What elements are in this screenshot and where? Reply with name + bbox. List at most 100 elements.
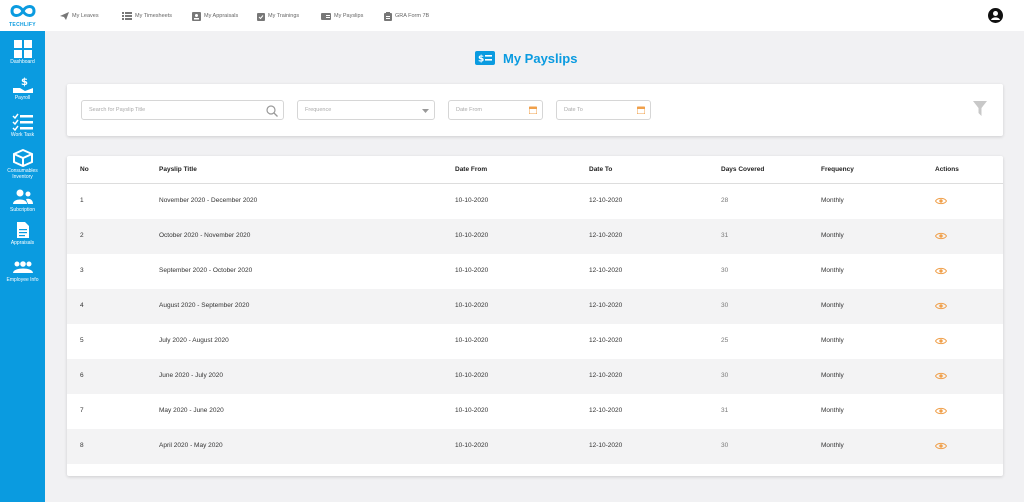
cell-frequency: Monthly xyxy=(821,232,844,239)
cell-days-covered: 30 xyxy=(721,302,729,309)
top-nav-my-timesheets[interactable]: My Timesheets xyxy=(122,11,172,21)
cell-frequency: Monthly xyxy=(821,197,844,204)
sidebar-item-appraisals[interactable]: Appraisals xyxy=(0,221,45,246)
brand-logo[interactable]: TECHLIFY xyxy=(0,0,45,31)
top-nav-label: My Trainings xyxy=(268,13,300,19)
sidebar-item-consumables-inventory[interactable]: Consumables Inventory xyxy=(0,149,45,180)
cell-date-to: 12-10-2020 xyxy=(589,407,623,414)
column-header-title[interactable]: Payslip Title xyxy=(159,166,197,173)
cell-days-covered: 31 xyxy=(721,407,729,414)
sidebar-item-label: Subcription xyxy=(9,207,35,213)
cell-no: 2 xyxy=(80,232,84,239)
chevron-down-icon xyxy=(422,109,429,113)
cell-date-to: 12-10-2020 xyxy=(589,267,623,274)
cell-payslip-title: August 2020 - September 2020 xyxy=(159,302,250,309)
view-payslip-eye-icon[interactable] xyxy=(935,197,947,205)
cell-payslip-title: June 2020 - July 2020 xyxy=(159,372,223,379)
sidebar-item-label: Dashboard xyxy=(10,59,35,65)
top-nav-my-payslips[interactable]: My Payslips xyxy=(321,11,363,21)
top-nav-my-leaves[interactable]: My Leaves xyxy=(60,11,99,21)
frequency-select[interactable]: Frequence xyxy=(297,100,435,120)
payslips-table: No Payslip Title Date From Date To Days … xyxy=(67,156,1003,476)
clipboard-check-icon xyxy=(257,12,265,21)
table-row: 8 April 2020 - May 2020 10-10-2020 12-10-20… xyxy=(67,429,1003,464)
column-header-frequency[interactable]: Frequency xyxy=(821,166,854,173)
cell-date-to: 12-10-2020 xyxy=(589,442,623,449)
cell-frequency: Monthly xyxy=(821,267,844,274)
cell-no: 1 xyxy=(80,197,84,204)
send-icon xyxy=(60,12,69,20)
view-payslip-eye-icon[interactable] xyxy=(935,232,947,240)
sidebar-item-subcription[interactable]: Subcription xyxy=(0,188,45,213)
user-account-icon[interactable] xyxy=(988,8,1003,23)
cell-days-covered: 30 xyxy=(721,372,729,379)
cell-payslip-title: July 2020 - August 2020 xyxy=(159,337,229,344)
cell-date-to: 12-10-2020 xyxy=(589,302,623,309)
column-header-actions: Actions xyxy=(935,166,959,173)
sidebar-item-employee-info[interactable]: Employee Info xyxy=(0,258,45,283)
view-payslip-eye-icon[interactable] xyxy=(935,302,947,310)
funnel-icon[interactable] xyxy=(973,101,987,116)
column-header-date-to[interactable]: Date To xyxy=(589,166,612,173)
date-from-field[interactable]: Date From xyxy=(448,100,543,120)
users-icon xyxy=(12,189,33,204)
cell-frequency: Monthly xyxy=(821,407,844,414)
infinity-logo-icon xyxy=(9,5,36,17)
cell-date-to: 12-10-2020 xyxy=(589,232,623,239)
cell-date-from: 10-10-2020 xyxy=(455,197,489,204)
page-title: $ My Payslips xyxy=(475,49,577,67)
brand-name: TECHLIFY xyxy=(9,22,36,28)
top-navigation-bar: My Leaves My Timesheets My Appraisals My… xyxy=(45,0,1024,31)
cell-frequency: Monthly xyxy=(821,337,844,344)
cell-date-from: 10-10-2020 xyxy=(455,267,489,274)
table-row: 3 September 2020 - October 2020 10-10-2020… xyxy=(67,254,1003,289)
sidebar-item-label: Appraisals xyxy=(10,240,35,246)
date-to-placeholder: Date To xyxy=(564,107,583,113)
sidebar-item-label: Employee Info xyxy=(6,277,39,283)
date-to-field[interactable]: Date To xyxy=(556,100,651,120)
cell-payslip-title: April 2020 - May 2020 xyxy=(159,442,223,449)
cell-date-to: 12-10-2020 xyxy=(589,372,623,379)
column-header-date-from[interactable]: Date From xyxy=(455,166,487,173)
cell-frequency: Monthly xyxy=(821,442,844,449)
sidebar-item-work-task[interactable]: Work Task xyxy=(0,113,45,138)
view-payslip-eye-icon[interactable] xyxy=(935,267,947,275)
column-header-no[interactable]: No xyxy=(80,166,89,173)
dashboard-icon xyxy=(13,40,32,58)
column-header-days-covered[interactable]: Days Covered xyxy=(721,166,764,173)
sidebar-item-dashboard[interactable]: Dashboard xyxy=(0,40,45,65)
table-header: No Payslip Title Date From Date To Days … xyxy=(67,156,1003,184)
cell-date-from: 10-10-2020 xyxy=(455,337,489,344)
group-icon xyxy=(12,261,33,273)
search-icon[interactable] xyxy=(266,105,278,117)
view-payslip-eye-icon[interactable] xyxy=(935,337,947,345)
payroll-icon: $ xyxy=(12,77,33,93)
payslip-icon xyxy=(321,12,331,20)
view-payslip-eye-icon[interactable] xyxy=(935,407,947,415)
view-payslip-eye-icon[interactable] xyxy=(935,372,947,380)
search-input[interactable]: Search for Payslip Title xyxy=(81,100,284,120)
filter-panel: Search for Payslip Title Frequence Date … xyxy=(67,84,1003,136)
cell-date-from: 10-10-2020 xyxy=(455,232,489,239)
table-row: 6 June 2020 - July 2020 10-10-2020 12-10-20… xyxy=(67,359,1003,394)
top-nav-label: My Payslips xyxy=(334,13,364,19)
cell-payslip-title: November 2020 - December 2020 xyxy=(159,197,258,204)
top-nav-my-trainings[interactable]: My Trainings xyxy=(257,11,299,21)
cell-no: 8 xyxy=(80,442,84,449)
cell-days-covered: 30 xyxy=(721,442,729,449)
cell-no: 4 xyxy=(80,302,84,309)
top-nav-gra-form-7b[interactable]: GRA Form 7B xyxy=(384,11,429,21)
cell-frequency: Monthly xyxy=(821,372,844,379)
table-row: 2 October 2020 - November 2020 10-10-2020 1… xyxy=(67,219,1003,254)
calendar-icon[interactable] xyxy=(637,106,645,114)
cell-payslip-title: May 2020 - June 2020 xyxy=(159,407,224,414)
top-nav-my-appraisals[interactable]: My Appraisals xyxy=(192,11,238,21)
top-nav-label: My Timesheets xyxy=(135,13,172,19)
calendar-icon[interactable] xyxy=(529,106,537,114)
table-row: 1 November 2020 - December 2020 10-10-2020… xyxy=(67,184,1003,219)
task-list-icon xyxy=(11,113,33,131)
table-row: 7 May 2020 - June 2020 10-10-2020 12-10-202… xyxy=(67,394,1003,429)
cell-no: 7 xyxy=(80,407,84,414)
view-payslip-eye-icon[interactable] xyxy=(935,442,947,450)
sidebar-item-payroll[interactable]: $ Payroll xyxy=(0,76,45,101)
